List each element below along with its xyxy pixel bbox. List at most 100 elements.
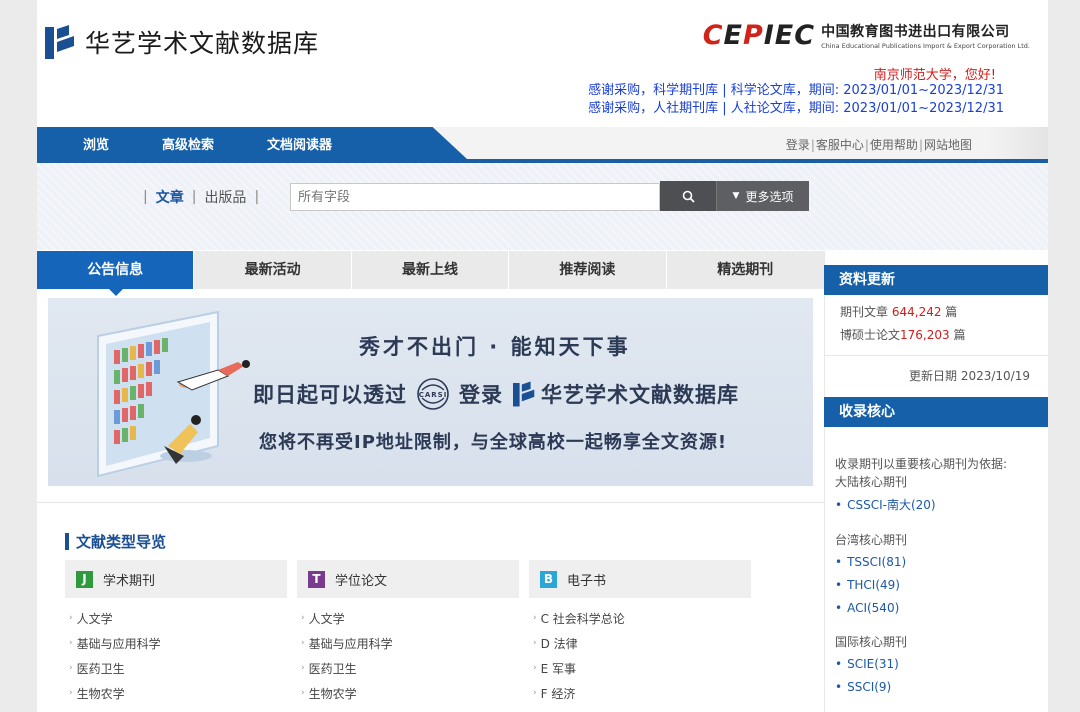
core-intro: 收录期刊以重要核心期刊为依据: <box>835 457 1008 471</box>
banner-line2-brand: 华艺学术文献数据库 <box>541 383 739 407</box>
cepiec-name-cn: 中国教育图书进出口有限公司 <box>821 24 1010 40</box>
tab-featured-journals[interactable]: 精选期刊 <box>667 251 824 289</box>
thesis-badge-icon: T <box>308 570 325 588</box>
carsi-logo-text: CARSI <box>419 391 448 399</box>
search-icon <box>682 190 695 203</box>
list-item[interactable]: › 医药卫生 <box>301 657 519 682</box>
doc-types-title: 文献类型导览 <box>65 531 166 552</box>
list-item[interactable]: › F 经济 <box>533 682 751 707</box>
divider <box>37 502 824 503</box>
chevron-right-icon: › <box>69 613 73 623</box>
chevron-right-icon: › <box>533 613 537 623</box>
list-item[interactable]: › 医药卫生 <box>69 657 287 682</box>
chevron-right-icon: › <box>69 663 73 673</box>
core-link-scie[interactable]: • SCIE(31) <box>825 653 1048 676</box>
chevron-right-icon: › <box>301 663 305 673</box>
core-link-cssci[interactable]: • CSSCI-南大(20) <box>825 494 1048 517</box>
bullet-icon: • <box>835 657 843 671</box>
core-link-tssci[interactable]: • TSSCI(81) <box>825 551 1048 574</box>
more-options-button[interactable]: ▼ 更多选项 <box>716 181 809 211</box>
caret-down-icon: ▼ <box>732 191 740 201</box>
right-sidebar: 资料更新 期刊文章 644,242 篇 博硕士论文176,203 篇 更新日期 … <box>824 251 1048 712</box>
list-item[interactable]: › 人文学 <box>69 607 287 632</box>
taiwan-core-label: 台湾核心期刊 <box>835 533 908 547</box>
search-input[interactable] <box>291 184 659 210</box>
search-box <box>290 183 660 211</box>
tab-announcements[interactable]: 公告信息 <box>37 251 195 296</box>
site-logo[interactable]: 华艺学术文献数据库 <box>45 24 319 60</box>
list-item[interactable]: › 人文学 <box>301 607 519 632</box>
banner-tagline: 您将不再受IP地址限制，与全球高校一起畅享全文资源! <box>259 432 728 453</box>
chevron-right-icon: › <box>533 663 537 673</box>
chevron-right-icon: › <box>533 688 537 698</box>
journal-badge-icon: J <box>76 570 93 588</box>
page: 华艺学术文献数据库 CEPIEC 中国教育图书进出口有限公司 China Edu… <box>37 0 1048 712</box>
core-index-heading: 收录核心 <box>824 397 1048 427</box>
update-date: 更新日期 2023/10/19 <box>909 369 1030 383</box>
main-nav: 浏览 高级检索 文档阅读器 登录|客服中心|使用帮助|网站地图 <box>37 127 1048 163</box>
list-item[interactable]: › 生物农学 <box>69 682 287 707</box>
help-link[interactable]: 使用帮助 <box>870 138 918 152</box>
thesis-count: 176,203 <box>900 328 950 342</box>
bullet-icon: • <box>835 601 843 615</box>
carsi-logo-icon: CARSI <box>417 378 449 410</box>
list-item[interactable]: › C 社会科学总论 <box>533 607 751 632</box>
core-link-aci[interactable]: • ACI(540) <box>825 597 1048 620</box>
chevron-right-icon: › <box>301 688 305 698</box>
mainland-core-label: 大陆核心期刊 <box>835 475 908 489</box>
list-item[interactable]: › 生物农学 <box>301 682 519 707</box>
sitemap-link[interactable]: 网站地图 <box>924 138 972 152</box>
bullet-icon: • <box>835 578 843 592</box>
support-link[interactable]: 客服中心 <box>816 138 864 152</box>
list-item[interactable]: › D 法律 <box>533 632 751 657</box>
search-tab-publication[interactable]: 出版品 <box>204 187 246 207</box>
chevron-right-icon: › <box>301 638 305 648</box>
subscription-info: 感谢采购，科学期刊库 | 科学论文库，期间: 2023/01/01~2023/1… <box>588 82 1004 118</box>
airiti-logo-icon <box>45 25 74 59</box>
cepiec-name-en: China Educational Publications Import & … <box>821 42 1030 50</box>
login-link[interactable]: 登录 <box>786 138 810 152</box>
site-title: 华艺学术文献数据库 <box>85 29 320 58</box>
thesis-stat: 博硕士论文176,203 篇 <box>840 328 966 342</box>
list-item[interactable]: › E 军事 <box>533 657 751 682</box>
list-item[interactable]: › 基础与应用科学 <box>69 632 287 657</box>
doc-col-head-journals[interactable]: J 学术期刊 <box>65 560 287 598</box>
chevron-right-icon: › <box>69 638 73 648</box>
banner-login-line: 即日起可以透过 CARSI 登录 华艺学术文献数据库 <box>253 377 739 411</box>
tab-recommended[interactable]: 推荐阅读 <box>509 251 667 289</box>
content-tabs: 公告信息 最新活动 最新上线 推荐阅读 精选期刊 <box>37 251 824 296</box>
search-tab-article[interactable]: 文章 <box>156 187 184 207</box>
nav-browse[interactable]: 浏览 <box>83 134 109 153</box>
chevron-right-icon: › <box>69 688 73 698</box>
core-link-thci[interactable]: • THCI(49) <box>825 574 1048 597</box>
bullet-icon: • <box>835 680 843 694</box>
doc-col-label: 学位论文 <box>335 573 388 589</box>
cepiec-logo: CEPIEC 中国教育图书进出口有限公司 China Educational P… <box>703 20 1030 51</box>
bullet-icon: • <box>835 555 843 569</box>
nav-advanced-search[interactable]: 高级检索 <box>162 134 214 153</box>
subscription-line-2: 感谢采购，人社期刊库 | 人社论文库，期间: 2023/01/01~2023/1… <box>588 101 1004 116</box>
journal-article-count: 644,242 <box>891 305 942 319</box>
carsi-banner[interactable]: 秀才不出门 · 能知天下事 即日起可以透过 CARSI 登录 华艺学术文献数据库… <box>48 298 813 486</box>
subscription-line-1: 感谢采购，科学期刊库 | 科学论文库，期间: 2023/01/01~2023/1… <box>588 83 1004 98</box>
more-options-label: 更多选项 <box>745 189 794 204</box>
tab-latest-events[interactable]: 最新活动 <box>194 251 352 289</box>
doc-col-label: 学术期刊 <box>103 573 156 589</box>
tab-new-online[interactable]: 最新上线 <box>352 251 510 289</box>
utility-links: 登录|客服中心|使用帮助|网站地图 <box>785 138 972 152</box>
ebook-badge-icon: B <box>540 570 557 588</box>
banner-line2-prefix: 即日起可以透过 <box>253 383 407 407</box>
banner-illustration <box>97 310 250 478</box>
nav-decoration <box>988 127 1048 159</box>
list-item[interactable]: › 基础与应用科学 <box>301 632 519 657</box>
nav-document-reader[interactable]: 文档阅读器 <box>267 134 332 153</box>
intl-core-label: 国际核心期刊 <box>835 635 908 649</box>
search-type-tabs: | 文章 | 出版品 | <box>143 187 260 207</box>
search-button[interactable] <box>660 181 716 211</box>
title-bar-icon <box>65 533 69 550</box>
doc-col-head-ebooks[interactable]: B 电子书 <box>529 560 751 598</box>
cepiec-brand: CEPIEC <box>702 20 816 51</box>
doc-col-head-theses[interactable]: T 学位论文 <box>297 560 519 598</box>
chevron-right-icon: › <box>301 613 305 623</box>
core-link-ssci[interactable]: • SSCI(9) <box>825 676 1048 699</box>
